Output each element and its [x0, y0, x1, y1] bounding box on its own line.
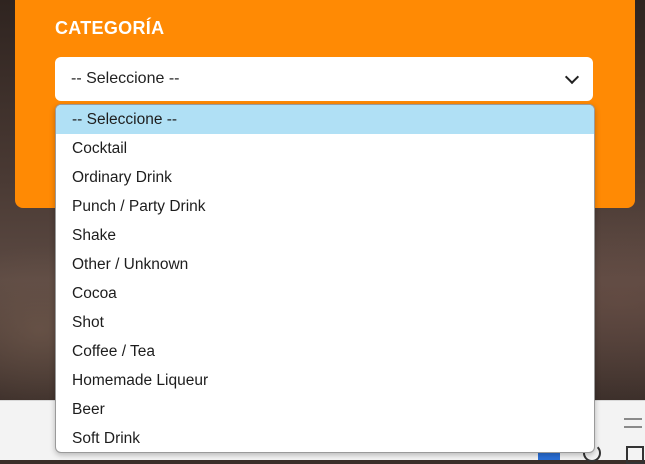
dropdown-option[interactable]: Punch / Party Drink	[56, 192, 594, 221]
resize-grip-icon[interactable]	[624, 418, 642, 428]
category-dropdown-list: -- Seleccione -- Cocktail Ordinary Drink…	[55, 104, 595, 453]
dropdown-option[interactable]: Homemade Liqueur	[56, 366, 594, 395]
category-select-value: -- Seleccione --	[71, 70, 180, 87]
category-select[interactable]: -- Seleccione --	[55, 57, 593, 101]
dropdown-option[interactable]: Cocoa	[56, 279, 594, 308]
dropdown-option[interactable]: Cocktail	[56, 134, 594, 163]
chevron-down-icon	[564, 69, 580, 85]
dropdown-option[interactable]: Ordinary Drink	[56, 163, 594, 192]
window-icon[interactable]	[626, 446, 644, 464]
dropdown-option[interactable]: Shake	[56, 221, 594, 250]
app-icon[interactable]	[538, 452, 560, 460]
dropdown-option[interactable]: Other / Unknown	[56, 250, 594, 279]
dropdown-option[interactable]: Coffee / Tea	[56, 337, 594, 366]
dropdown-option[interactable]: Shot	[56, 308, 594, 337]
category-label: CATEGORÍA	[55, 18, 165, 38]
dropdown-option[interactable]: -- Seleccione --	[56, 105, 594, 134]
dropdown-option[interactable]: Beer	[56, 395, 594, 424]
dropdown-option[interactable]: Soft Drink	[56, 424, 594, 452]
